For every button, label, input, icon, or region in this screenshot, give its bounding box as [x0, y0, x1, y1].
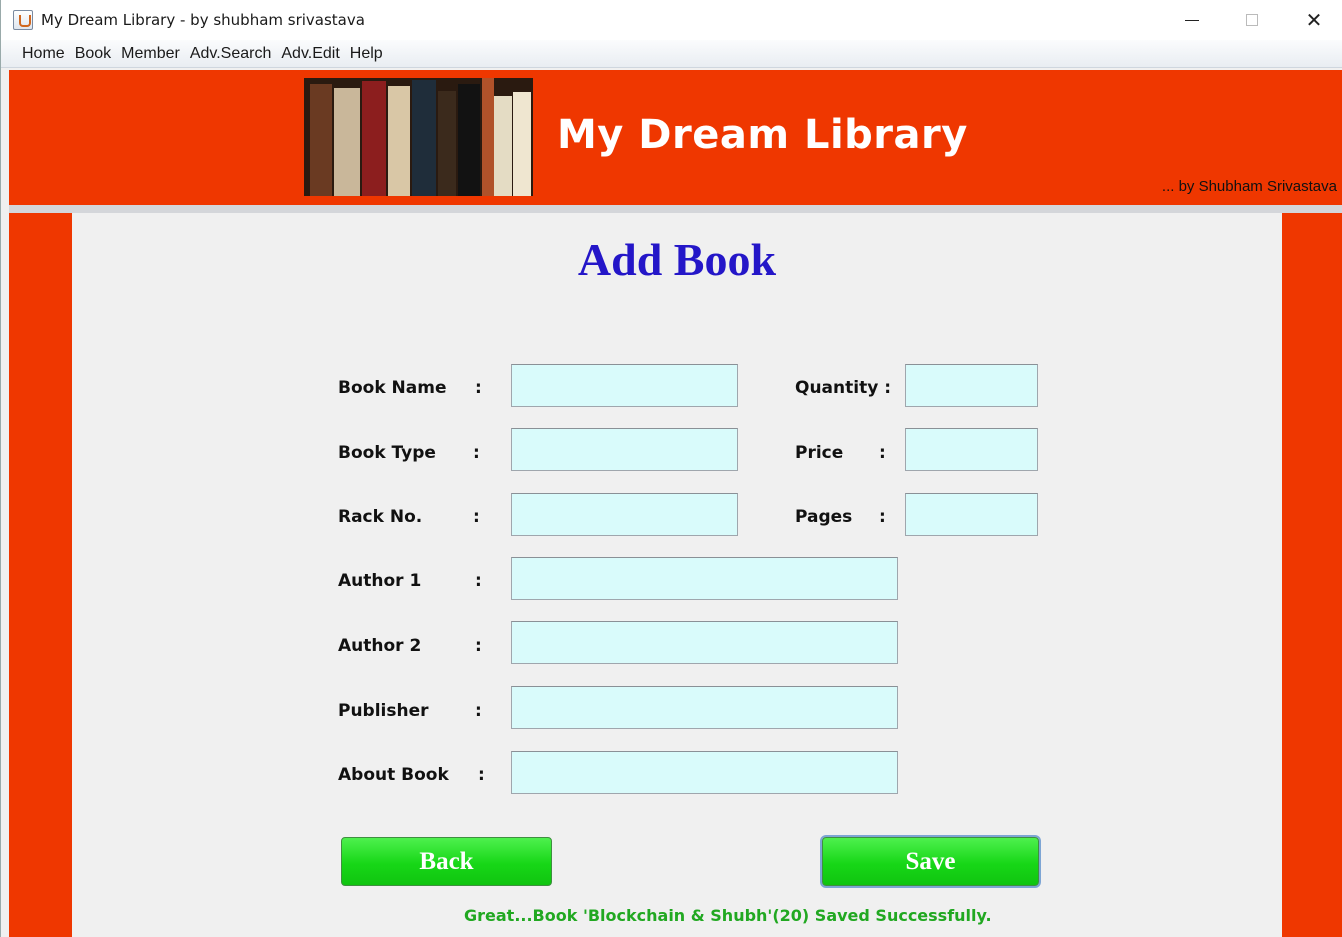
page-title: Add Book — [577, 234, 777, 285]
pages-input[interactable] — [905, 493, 1038, 536]
maximize-icon — [1246, 14, 1258, 26]
publisher-label: Publisher — [338, 701, 429, 721]
menu-adv-edit[interactable]: Adv.Edit — [276, 45, 344, 63]
menu-member[interactable]: Member — [116, 45, 185, 63]
book-type-colon: : — [473, 443, 480, 463]
app-window: My Dream Library - by shubham srivastava… — [0, 0, 1342, 937]
price-colon: : — [879, 443, 886, 463]
about-book-label: About Book — [338, 765, 449, 785]
java-app-icon — [13, 10, 33, 30]
price-label: Price — [795, 443, 844, 463]
maximize-button[interactable] — [1221, 0, 1283, 40]
close-icon: ✕ — [1305, 8, 1323, 32]
separator — [9, 205, 1342, 213]
author1-colon: : — [475, 571, 482, 591]
header-banner: My Dream Library ... by Shubham Srivasta… — [9, 70, 1342, 205]
window-title: My Dream Library - by shubham srivastava — [41, 11, 365, 29]
minimize-button[interactable] — [1161, 0, 1223, 40]
publisher-colon: : — [475, 701, 482, 721]
menu-bar: Home Book Member Adv.Search Adv.Edit Hel… — [1, 40, 1342, 68]
left-side-border — [9, 213, 72, 937]
right-side-border — [1282, 213, 1342, 937]
back-button[interactable]: Back — [341, 837, 552, 886]
book-name-colon: : — [475, 378, 482, 398]
author1-label: Author 1 — [338, 571, 422, 591]
close-button[interactable]: ✕ — [1283, 0, 1342, 40]
menu-adv-search[interactable]: Adv.Search — [185, 45, 277, 63]
book-type-input[interactable] — [511, 428, 738, 471]
about-book-colon: : — [478, 765, 485, 785]
banner-author: ... by Shubham Srivastava — [1161, 178, 1337, 195]
book-type-label: Book Type — [338, 443, 436, 463]
status-message: Great...Book 'Blockchain & Shubh'(20) Sa… — [464, 906, 992, 925]
pages-label: Pages — [795, 507, 853, 527]
quantity-input[interactable] — [905, 364, 1038, 407]
rack-no-colon: : — [473, 507, 480, 527]
author2-input[interactable] — [511, 621, 898, 664]
rack-no-label: Rack No. — [338, 507, 423, 527]
save-button[interactable]: Save — [822, 837, 1039, 886]
menu-help[interactable]: Help — [345, 45, 388, 63]
book-name-label: Book Name — [338, 378, 447, 398]
author2-colon: : — [475, 636, 482, 656]
book-name-input[interactable] — [511, 364, 738, 407]
minimize-icon — [1185, 19, 1199, 21]
title-bar: My Dream Library - by shubham srivastava… — [1, 0, 1342, 40]
bookshelf-image — [304, 78, 533, 196]
menu-book[interactable]: Book — [70, 45, 116, 63]
about-book-input[interactable] — [511, 751, 898, 794]
rack-no-input[interactable] — [511, 493, 738, 536]
add-book-panel: Add Book Book Name : Book Type : Rack No… — [72, 213, 1282, 937]
author2-label: Author 2 — [338, 636, 422, 656]
author1-input[interactable] — [511, 557, 898, 600]
pages-colon: : — [879, 507, 886, 527]
menu-home[interactable]: Home — [17, 45, 70, 63]
price-input[interactable] — [905, 428, 1038, 471]
quantity-label: Quantity : — [795, 378, 892, 398]
banner-title: My Dream Library — [557, 112, 968, 158]
publisher-input[interactable] — [511, 686, 898, 729]
